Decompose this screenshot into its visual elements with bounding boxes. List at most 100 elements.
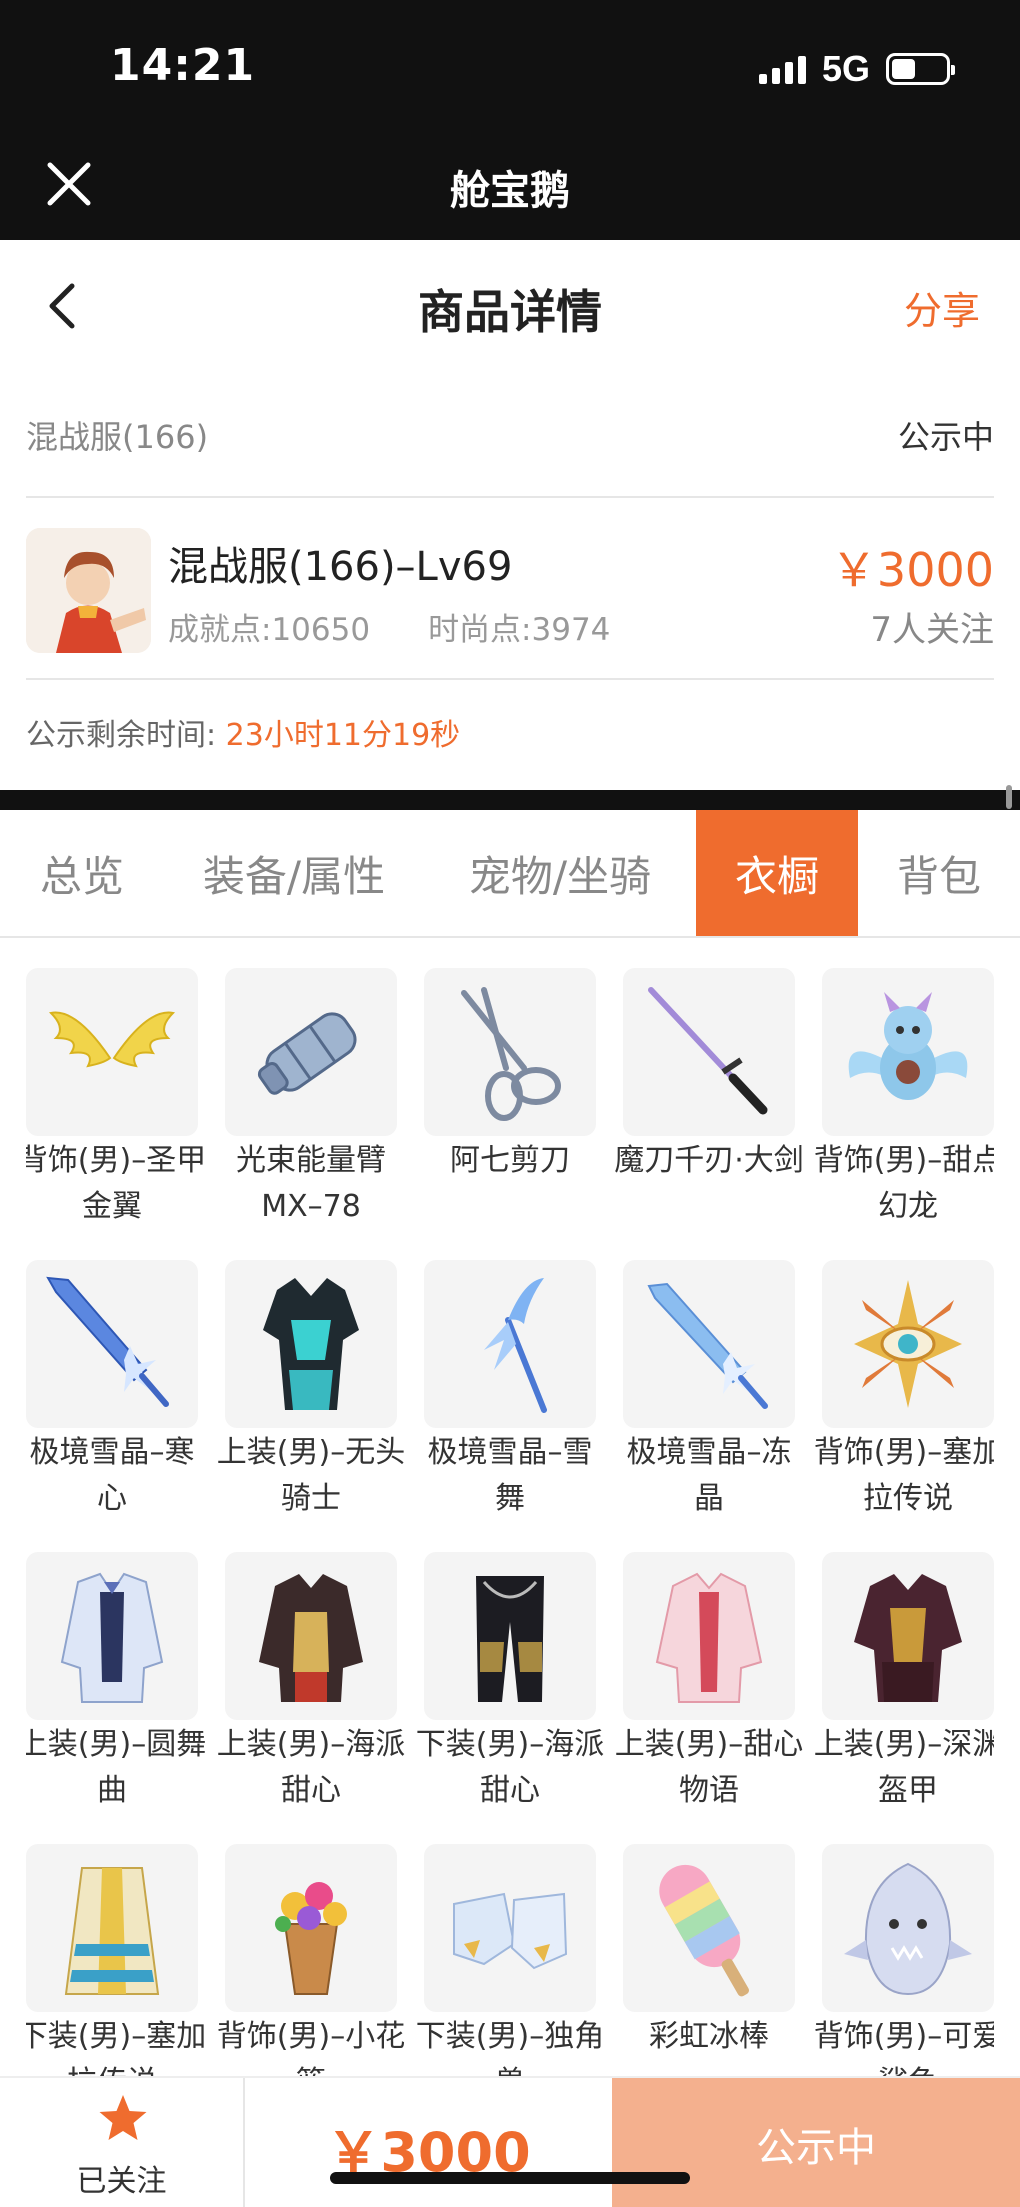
product-stats: 成就点:10650 时尚点:3974 bbox=[168, 604, 610, 649]
pants-icon bbox=[424, 1552, 596, 1720]
follow-label: 已关注 bbox=[76, 2164, 167, 2199]
product-title: 混战服(166)–Lv69 bbox=[168, 544, 513, 590]
robe-icon bbox=[26, 1844, 198, 2012]
flower-basket-icon bbox=[225, 1844, 397, 2012]
wardrobe-item[interactable]: 极境雪晶–雪舞 bbox=[424, 1260, 596, 1522]
follower-count: 7人关注 bbox=[870, 610, 994, 650]
wardrobe-item[interactable]: 魔刀千刃·大剑 bbox=[614, 968, 804, 1184]
jacket-icon bbox=[26, 1552, 198, 1720]
tab-wardrobe[interactable]: 衣橱 bbox=[696, 810, 858, 936]
item-name: 上装(男)–深渊盔甲 bbox=[813, 1727, 994, 1808]
wardrobe-item[interactable]: 上装(男)–海派甜心 bbox=[217, 1552, 405, 1814]
home-indicator bbox=[330, 2172, 690, 2184]
product-summary[interactable]: 混战服(166)–Lv69 成就点:10650 时尚点:3974 ￥3000 7… bbox=[26, 498, 994, 680]
item-name: 上装(男)–海派甜心 bbox=[216, 1727, 406, 1808]
wardrobe-item[interactable]: 彩虹冰棒 bbox=[623, 1844, 795, 2060]
wardrobe-item[interactable]: 背饰(男)–圣甲金翼 bbox=[26, 968, 206, 1230]
status-time: 14:21 bbox=[110, 40, 256, 91]
wardrobe-item[interactable]: 上装(男)–深渊盔甲 bbox=[814, 1552, 994, 1814]
eye-emblem-icon bbox=[822, 1260, 994, 1428]
bottom-bar: 已关注 ￥3000 公示中 bbox=[0, 2076, 1020, 2207]
countdown-value: 23小时11分19秒 bbox=[225, 718, 461, 753]
boots-icon bbox=[424, 1844, 596, 2012]
scissors-icon bbox=[424, 968, 596, 1136]
battery-icon bbox=[886, 53, 955, 85]
wardrobe-item[interactable]: 阿七剪刀 bbox=[424, 968, 596, 1184]
wardrobe-item[interactable]: 下装(男)–塞加拉传说 bbox=[26, 1844, 206, 2076]
item-name: 极境雪晶–冻晶 bbox=[626, 1435, 792, 1516]
item-name: 极境雪晶–寒心 bbox=[29, 1435, 195, 1516]
wardrobe-item[interactable]: 下装(男)–海派甜心 bbox=[416, 1552, 604, 1814]
achievement-points: 成就点:10650 bbox=[168, 612, 371, 648]
fashion-points: 时尚点:3974 bbox=[428, 612, 611, 648]
item-name: 阿七剪刀 bbox=[450, 1143, 570, 1178]
status-indicators: 5G bbox=[758, 48, 955, 90]
listing-status: 公示中 bbox=[897, 418, 994, 456]
golden-wings-icon bbox=[26, 968, 198, 1136]
scroll-indicator bbox=[1006, 785, 1012, 809]
armor-icon bbox=[225, 1260, 397, 1428]
shark-icon bbox=[822, 1844, 994, 2012]
energy-arm-icon bbox=[225, 968, 397, 1136]
star-icon bbox=[99, 2095, 147, 2140]
item-name: 上装(男)–甜心物语 bbox=[614, 1727, 804, 1808]
item-name: 光束能量臂MX–78 bbox=[236, 1143, 386, 1224]
dragon-icon bbox=[822, 968, 994, 1136]
section-divider bbox=[0, 790, 1020, 810]
network-label: 5G bbox=[821, 48, 870, 89]
armor-icon bbox=[822, 1552, 994, 1720]
countdown: 公示剩余时间: 23小时11分19秒 bbox=[26, 710, 460, 754]
wardrobe-item[interactable]: 上装(男)–无头骑士 bbox=[217, 1260, 405, 1522]
item-name: 背饰(男)–小花篮 bbox=[216, 2019, 406, 2076]
signal-icon bbox=[758, 54, 806, 84]
ice-scythe-icon bbox=[424, 1260, 596, 1428]
app-bar: 舱宝鹅 bbox=[0, 130, 1020, 240]
item-name: 背饰(男)–可爱鲨鱼 bbox=[813, 2019, 994, 2076]
wardrobe-item[interactable]: 上装(男)–甜心物语 bbox=[615, 1552, 803, 1814]
tab-bar: 总览 装备/属性 宠物/坐骑 衣橱 背包 bbox=[0, 810, 1020, 938]
ice-sword-icon bbox=[26, 1260, 198, 1428]
item-name: 上装(男)–圆舞曲 bbox=[26, 1727, 207, 1808]
share-button[interactable]: 分享 bbox=[904, 280, 980, 335]
wardrobe-item[interactable]: 极境雪晶–寒心 bbox=[26, 1260, 198, 1522]
server-name: 混战服(166) bbox=[26, 418, 209, 456]
wardrobe-item[interactable]: 背饰(男)–塞加拉传说 bbox=[814, 1260, 994, 1522]
tab-equipment[interactable]: 装备/属性 bbox=[164, 810, 424, 936]
item-name: 魔刀千刃·大剑 bbox=[614, 1143, 804, 1178]
character-avatar bbox=[26, 528, 151, 653]
wardrobe-item[interactable]: 极境雪晶–冻晶 bbox=[623, 1260, 795, 1522]
item-name: 背饰(男)–圣甲金翼 bbox=[26, 1143, 207, 1224]
item-name: 背饰(男)–塞加拉传说 bbox=[813, 1435, 994, 1516]
tab-overview[interactable]: 总览 bbox=[0, 810, 164, 936]
follow-button[interactable]: 已关注 bbox=[0, 2078, 245, 2207]
status-bar: 14:21 5G bbox=[0, 0, 1020, 130]
page-header: 商品详情 分享 bbox=[0, 240, 1020, 370]
wardrobe-item[interactable]: 背饰(男)–可爱鲨鱼 bbox=[814, 1844, 994, 2076]
jacket-icon bbox=[225, 1552, 397, 1720]
item-name: 极境雪晶–雪舞 bbox=[427, 1435, 593, 1516]
listing-status-button[interactable]: 公示中 bbox=[612, 2078, 1020, 2207]
item-name: 下装(男)–塞加拉传说 bbox=[26, 2019, 207, 2076]
wardrobe-item[interactable]: 背饰(男)–甜点幻龙 bbox=[814, 968, 994, 1230]
server-row: 混战服(166) 公示中 bbox=[26, 370, 994, 498]
wardrobe-item[interactable]: 下装(男)–独角兽 bbox=[416, 1844, 604, 2076]
jacket-icon bbox=[623, 1552, 795, 1720]
tab-pets[interactable]: 宠物/坐骑 bbox=[424, 810, 696, 936]
item-name: 下装(男)–海派甜心 bbox=[415, 1727, 605, 1808]
wardrobe-item[interactable]: 光束能量臂MX–78 bbox=[225, 968, 397, 1230]
wardrobe-grid: 背饰(男)–圣甲金翼 光束能量臂MX–78 阿七剪刀 魔刀千刃·大剑 背饰(男)… bbox=[26, 968, 994, 2076]
product-price: ￥3000 bbox=[830, 543, 994, 597]
tab-backpack[interactable]: 背包 bbox=[858, 810, 1020, 936]
item-name: 彩虹冰棒 bbox=[649, 2019, 769, 2054]
countdown-label: 公示剩余时间: bbox=[26, 718, 217, 753]
ice-sword-icon bbox=[623, 1260, 795, 1428]
item-name: 上装(男)–无头骑士 bbox=[216, 1435, 406, 1516]
popsicle-icon bbox=[623, 1844, 795, 2012]
app-title: 舱宝鹅 bbox=[450, 168, 570, 214]
katana-icon bbox=[623, 968, 795, 1136]
wardrobe-item[interactable]: 上装(男)–圆舞曲 bbox=[26, 1552, 206, 1814]
page-title: 商品详情 bbox=[418, 285, 602, 339]
item-name: 背饰(男)–甜点幻龙 bbox=[813, 1143, 994, 1224]
wardrobe-item[interactable]: 背饰(男)–小花篮 bbox=[217, 1844, 405, 2076]
item-name: 下装(男)–独角兽 bbox=[415, 2019, 605, 2076]
